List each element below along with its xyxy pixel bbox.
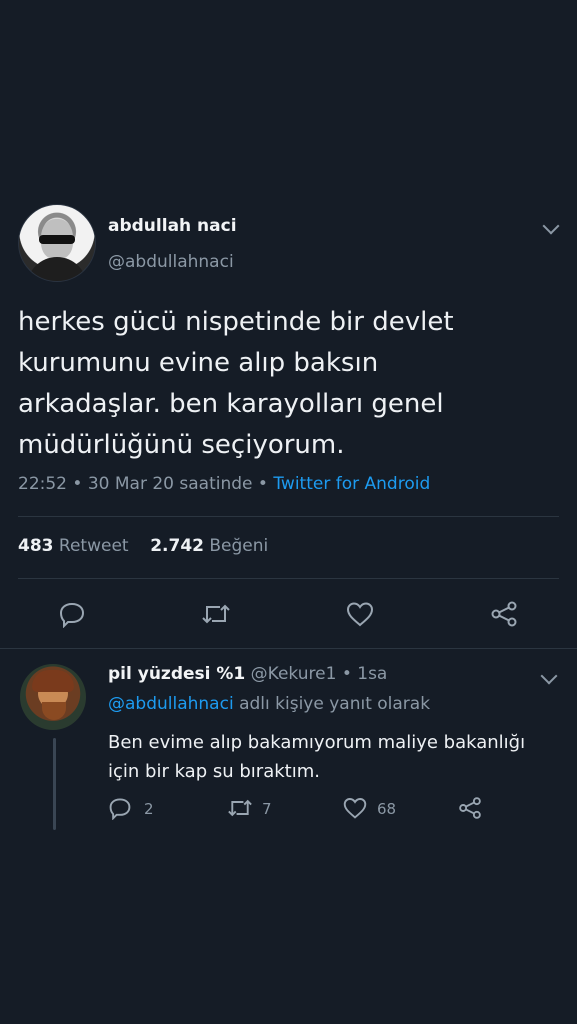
meta-separator: • <box>257 474 268 494</box>
retweet-icon[interactable] <box>200 600 232 628</box>
chevron-down-icon[interactable] <box>542 217 560 235</box>
tweet-text-line: arkadaşlar. ben karayolları genel <box>18 389 444 419</box>
tweet-text-line: müdürlüğünü seçiyorum. <box>18 430 345 460</box>
reply-author-name[interactable]: pil yüzdesi %1 <box>108 664 245 684</box>
reply-text-line: için bir kap su bıraktım. <box>108 761 320 782</box>
divider <box>18 578 559 579</box>
tweet-source-link[interactable]: Twitter for Android <box>273 474 430 494</box>
reply-header: pil yüzdesi %1 @Kekure1 • 1sa <box>108 664 387 684</box>
tweet-date: 30 Mar 20 saatinde <box>87 474 253 494</box>
like-icon[interactable] <box>345 600 375 628</box>
retweet-label[interactable]: Retweet <box>59 536 129 556</box>
reply-text-line: Ben evime alıp bakamıyorum maliye bakanl… <box>108 732 526 753</box>
like-icon[interactable] <box>342 796 368 820</box>
reply-like-count: 68 <box>377 800 397 818</box>
avatar-body <box>27 257 87 281</box>
reply-text: Ben evime alıp bakamıyorum maliye bakanl… <box>108 728 558 786</box>
reply-reply-count: 2 <box>144 800 154 818</box>
author-handle[interactable]: @abdullahnaci <box>108 252 234 272</box>
chevron-down-icon[interactable] <box>540 667 558 685</box>
reply-to-line: @abdullahnaci adlı kişiye yanıt olarak <box>108 694 430 714</box>
like-label[interactable]: Beğeni <box>209 536 268 556</box>
tweet-stats: 483 Retweet 2.742 Beğeni <box>18 536 268 556</box>
tweet-text: herkes gücü nispetinde bir devlet kurumu… <box>18 302 558 466</box>
avatar-beard <box>42 702 66 720</box>
retweet-icon[interactable] <box>226 796 254 820</box>
author-name[interactable]: abdullah naci <box>108 216 237 236</box>
tweet-meta: 22:52 • 30 Mar 20 saatinde • Twitter for… <box>18 474 430 494</box>
avatar-glasses <box>39 235 75 244</box>
retweet-count[interactable]: 483 <box>18 536 54 556</box>
share-icon[interactable] <box>458 796 482 820</box>
reply-author-handle[interactable]: @Kekure1 <box>251 664 337 684</box>
reply-to-mention[interactable]: @abdullahnaci <box>108 694 234 714</box>
author-avatar[interactable] <box>18 204 96 282</box>
divider <box>0 648 577 649</box>
like-count[interactable]: 2.742 <box>150 536 204 556</box>
share-icon[interactable] <box>490 600 518 628</box>
divider <box>18 516 559 517</box>
meta-separator: • <box>72 474 83 494</box>
reply-icon[interactable] <box>108 796 132 820</box>
reply-time: 1sa <box>357 664 388 684</box>
thread-line <box>53 738 56 830</box>
reply-icon[interactable] <box>58 600 86 628</box>
tweet-text-line: herkes gücü nispetinde bir devlet <box>18 307 454 337</box>
tweet-time: 22:52 <box>18 474 67 494</box>
reply-retweet-count: 7 <box>262 800 272 818</box>
meta-separator: • <box>341 664 352 684</box>
reply-to-suffix: adlı kişiye yanıt olarak <box>239 694 431 714</box>
reply-author-avatar[interactable] <box>20 664 86 730</box>
tweet-text-line: kurumunu evine alıp baksın <box>18 348 379 378</box>
avatar-hair <box>32 670 74 692</box>
